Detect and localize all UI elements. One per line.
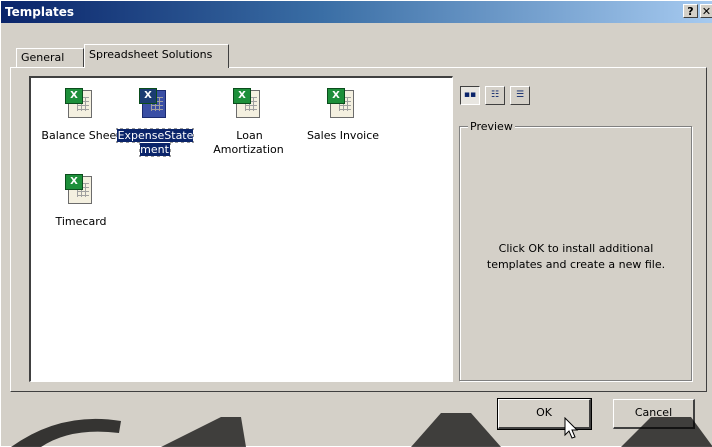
template-label: Sales Invoice (306, 129, 380, 142)
mouse-pointer-icon (564, 417, 579, 439)
template-label: Timecard (55, 215, 107, 228)
excel-template-icon: X (63, 86, 97, 120)
window-title: Templates (5, 5, 75, 19)
preview-message: Click OK to install additional templates… (486, 242, 666, 271)
close-button[interactable]: ✕ (700, 4, 712, 18)
view-toggle-group: ▪▪ ☷ ☰ (460, 86, 532, 108)
template-list[interactable]: X Balance Sheet X ExpenseState ment X Lo… (29, 76, 453, 382)
excel-template-icon: X (63, 172, 97, 206)
details-view-icon[interactable]: ☰ (510, 86, 530, 105)
list-view-icon[interactable]: ☷ (485, 86, 505, 105)
templates-dialog: Templates ? ✕ General Spreadsheet Soluti… (0, 0, 712, 447)
tab-general[interactable]: General (16, 48, 84, 67)
tab-spreadsheet-solutions[interactable]: Spreadsheet Solutions (84, 44, 229, 68)
watermark-shapes (11, 413, 712, 447)
large-icons-view-icon[interactable]: ▪▪ (460, 86, 480, 105)
excel-template-icon: X (231, 86, 265, 120)
template-label: ExpenseState ment (115, 128, 195, 157)
template-label: Loan Amortization (213, 129, 284, 156)
help-button[interactable]: ? (683, 4, 698, 18)
cancel-button[interactable]: Cancel (613, 399, 695, 429)
preview-label: Preview (468, 120, 515, 133)
excel-template-icon: X (137, 86, 171, 120)
title-bar[interactable]: Templates ? ✕ (1, 1, 712, 23)
excel-template-icon: X (325, 86, 359, 120)
